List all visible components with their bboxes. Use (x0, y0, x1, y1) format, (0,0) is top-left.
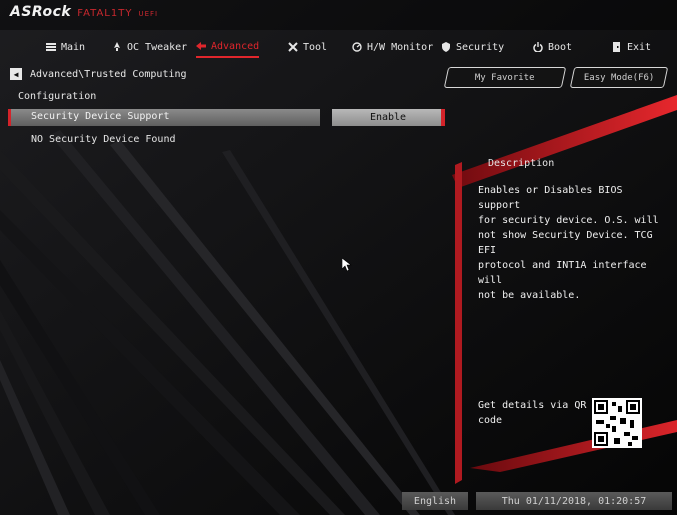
tab-advanced-label: Advanced (211, 40, 260, 52)
tab-security-label: Security (456, 41, 505, 53)
security-device-support-value[interactable]: Enable (332, 109, 444, 126)
tool-icon (288, 42, 298, 52)
tab-security[interactable]: Security (441, 36, 504, 58)
qr-label: Get details via QR code (478, 398, 588, 428)
tab-main[interactable]: Main (46, 36, 85, 58)
my-favorite-label: My Favorite (475, 72, 535, 83)
language-label: English (413, 495, 457, 507)
mouse-cursor-icon (342, 258, 352, 272)
tab-exit[interactable]: Exit (612, 36, 651, 58)
exit-icon (612, 42, 622, 52)
tab-oc-tweaker[interactable]: OC Tweaker (112, 36, 187, 58)
my-favorite-button[interactable]: My Favorite (443, 67, 567, 88)
description-body: Enables or Disables BIOS support for sec… (478, 183, 668, 303)
tab-advanced[interactable]: Advanced (196, 36, 260, 58)
section-title: Configuration (18, 91, 97, 102)
tab-boot-label: Boot (548, 41, 573, 53)
easy-mode-button[interactable]: Easy Mode(F6) (569, 67, 669, 88)
brand-logo: ASRock FATAL1TY UEFI (10, 4, 158, 24)
value-marker (441, 109, 445, 126)
rocket-icon (112, 42, 122, 52)
tab-tool-label: Tool (303, 41, 328, 53)
language-button[interactable]: English (402, 492, 468, 510)
security-device-support-label[interactable]: Security Device Support (31, 111, 169, 122)
power-icon (533, 42, 543, 53)
description-line: not be available. (478, 290, 581, 301)
bios-screen: ASRock FATAL1TY UEFI Main OC Tweaker Adv… (0, 0, 677, 515)
qr-label-line: Get details via QR (478, 400, 587, 411)
fatal1ty-logo: FATAL1TY (77, 8, 133, 19)
qr-code-icon (592, 398, 642, 448)
breadcrumb-path: Advanced\Trusted Computing (30, 68, 187, 80)
easy-mode-label: Easy Mode(F6) (583, 72, 655, 83)
qr-label-line: code (478, 415, 503, 426)
security-device-support-value-text: Enable (369, 112, 407, 123)
monitor-icon (352, 42, 362, 52)
security-device-status: NO Security Device Found (31, 134, 176, 145)
datetime-display: Thu 01/11/2018, 01:20:57 (476, 492, 672, 510)
tab-boot[interactable]: Boot (533, 36, 572, 58)
tab-exit-label: Exit (627, 41, 652, 53)
description-line: Enables or Disables BIOS support (478, 185, 623, 211)
description-line: for security device. O.S. will (478, 215, 659, 226)
asrock-logo: ASRock (10, 4, 72, 20)
back-arrow-icon[interactable]: ◀ (10, 68, 22, 80)
tab-hw-monitor-label: H/W Monitor (367, 41, 434, 53)
datetime-text: Thu 01/11/2018, 01:20:57 (501, 495, 647, 507)
tab-oc-tweaker-label: OC Tweaker (127, 41, 188, 53)
shield-icon (441, 42, 451, 52)
description-title: Description (488, 158, 555, 169)
tab-main-label: Main (61, 41, 86, 53)
description-line: not show Security Device. TCG EFI (478, 230, 653, 256)
arrow-icon (196, 41, 206, 51)
description-line: protocol and INT1A interface will (478, 260, 647, 286)
main-nav: Main OC Tweaker Advanced Tool H/W Monito… (0, 36, 677, 58)
breadcrumb: ◀ Advanced\Trusted Computing (10, 66, 187, 82)
selection-marker (8, 109, 11, 126)
uefi-label: UEFI (138, 10, 159, 18)
tab-tool[interactable]: Tool (288, 36, 327, 58)
list-icon (46, 42, 56, 52)
tab-hw-monitor[interactable]: H/W Monitor (352, 36, 433, 58)
